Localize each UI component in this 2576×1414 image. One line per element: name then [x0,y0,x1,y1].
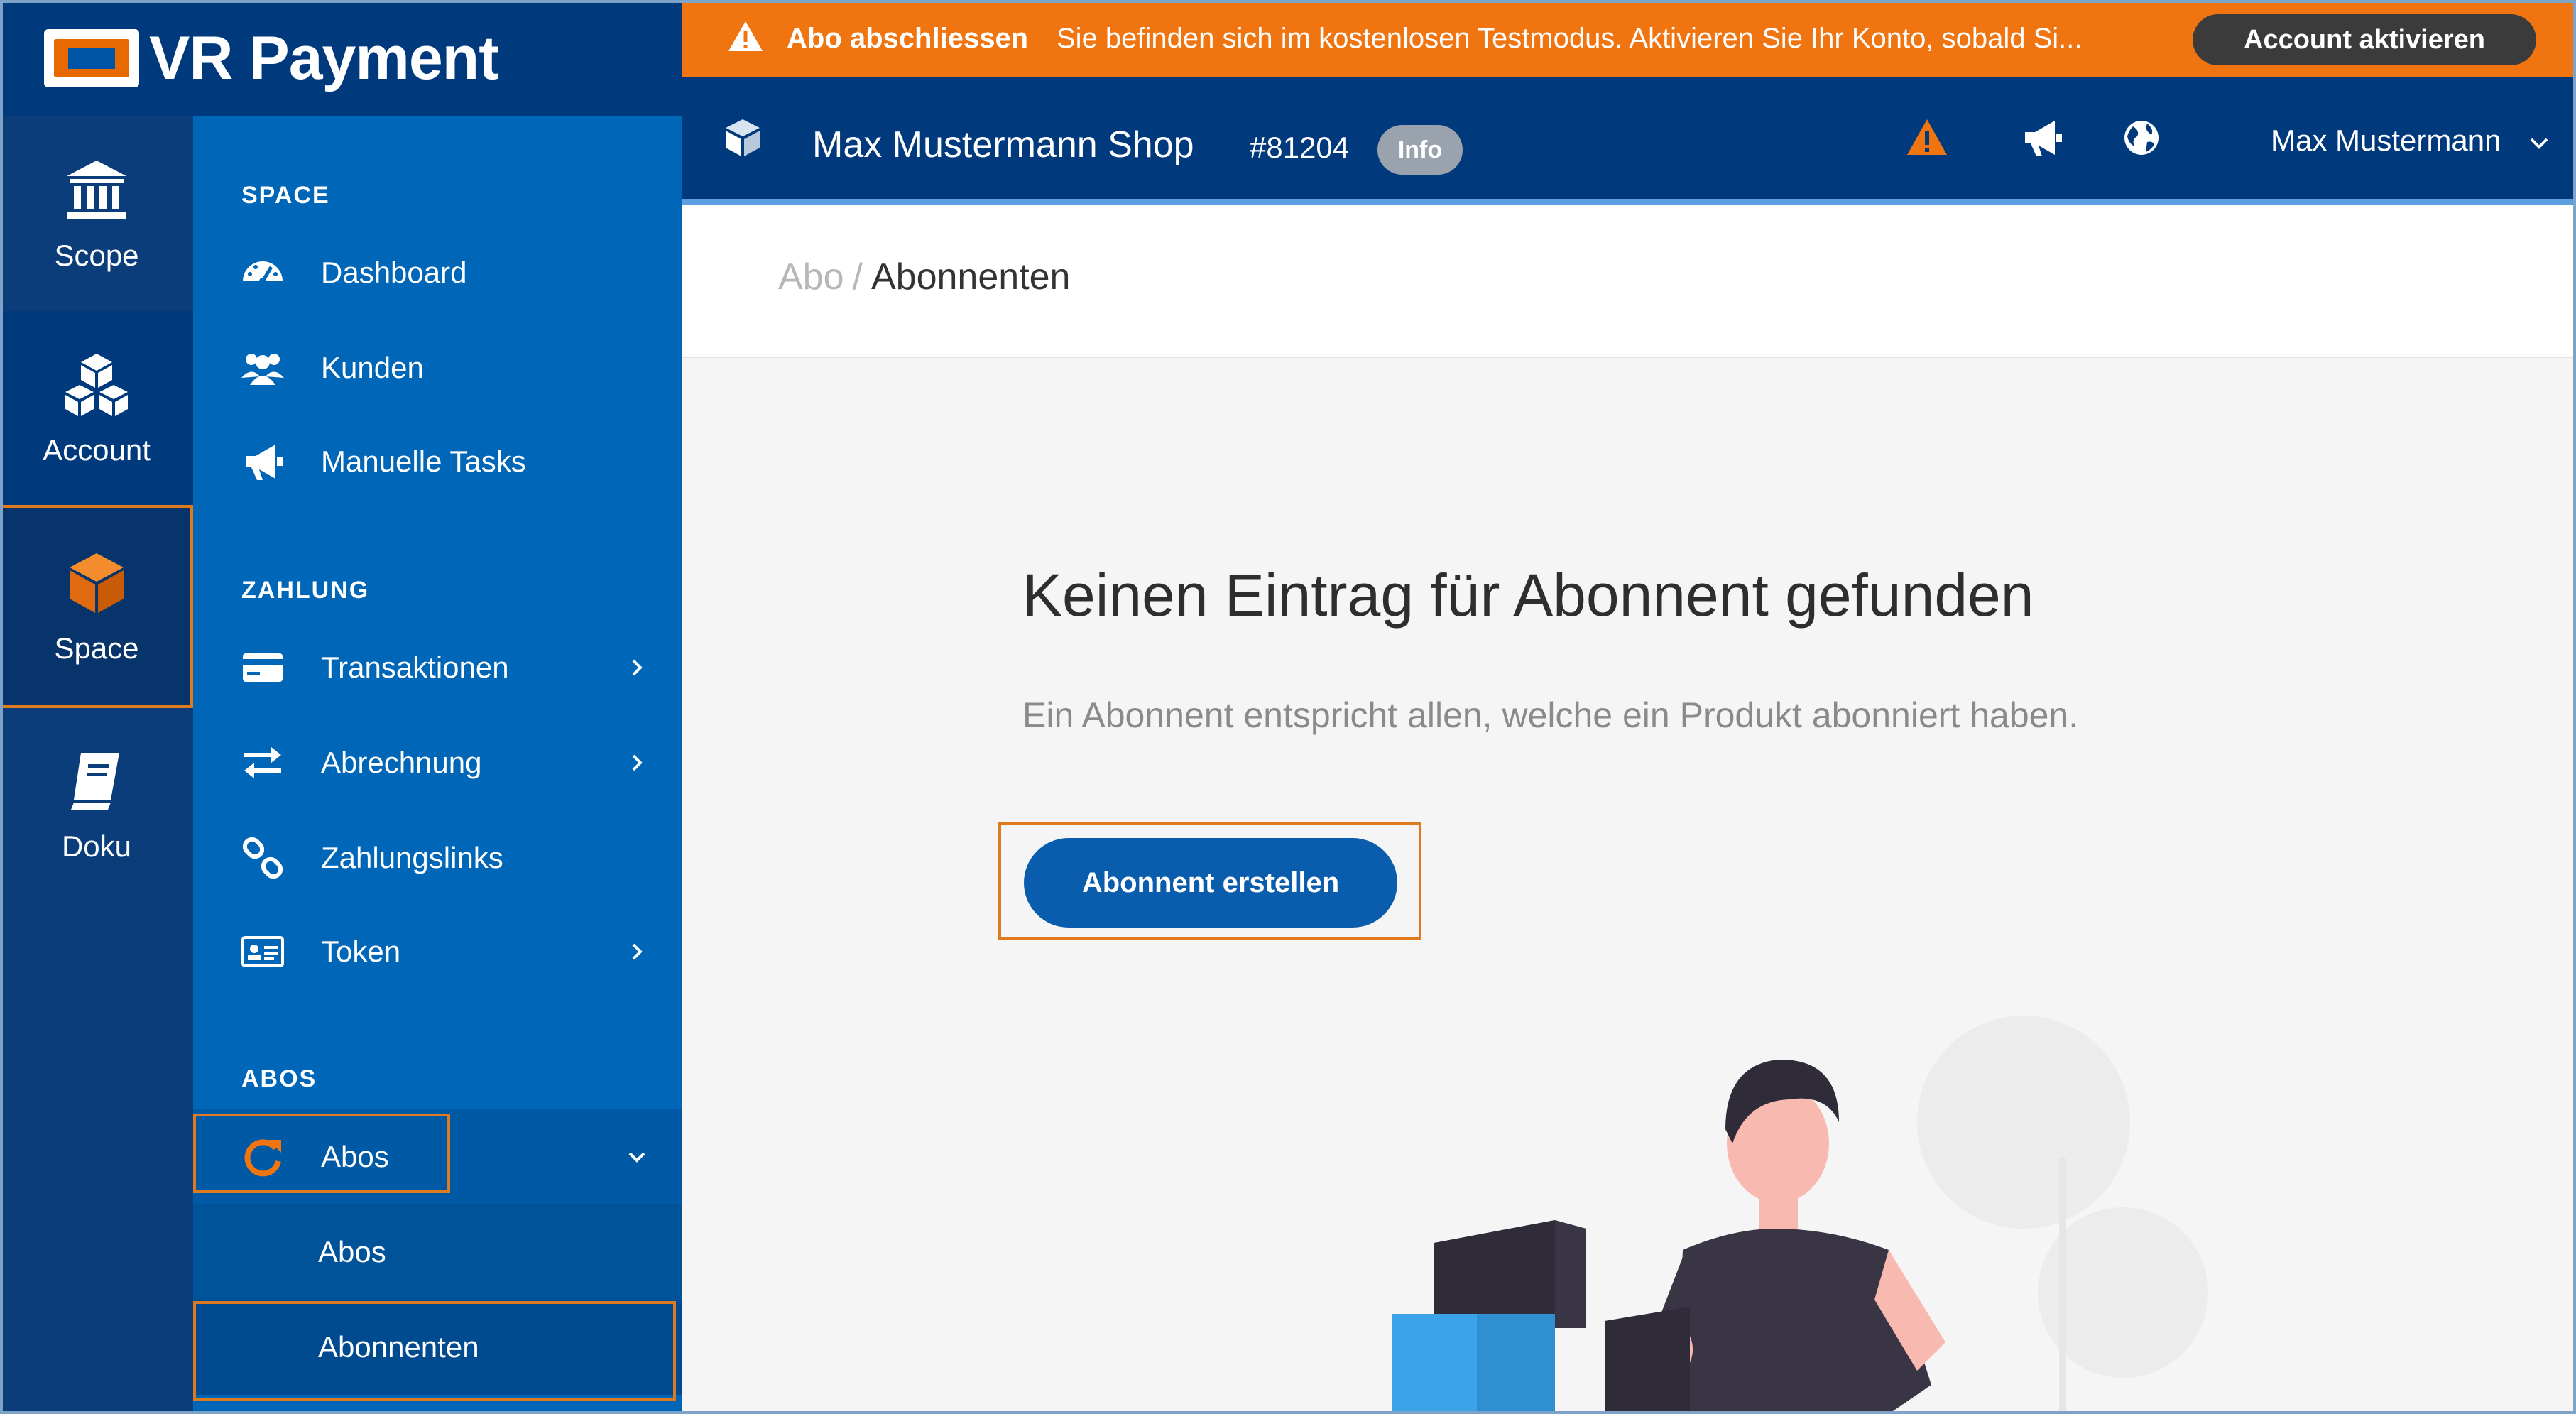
user-menu[interactable]: Max Mustermann [2271,124,2501,158]
megaphone-icon [246,445,283,480]
chevron-right-icon [632,943,643,960]
cube-icon [70,553,124,613]
sidebar-item-label: Dashboard [321,256,467,289]
link-icon [242,837,283,879]
rail-item-space[interactable]: Space [0,505,193,708]
sidebar-item-label: Token [321,935,401,968]
credit-card-icon [243,653,283,682]
brand-name: VR Payment [149,23,499,92]
sidebar-item-abrechnung[interactable]: Abrechnung [193,720,682,805]
sidebar-item-label: Zahlungslinks [321,841,503,874]
create-button-highlight-box: Abonnent erstellen [998,822,1421,940]
create-subscriber-button[interactable]: Abonnent erstellen [1024,838,1397,928]
rail-label: Space [54,631,139,665]
shop-id: #81204 [1250,131,1350,164]
breadcrumb-separator: / [852,256,863,298]
brand-bar: VR Payment [0,0,682,116]
vr-logo-icon [44,29,139,87]
dashboard-icon [243,261,283,285]
book-icon [71,753,119,810]
sidebar-item-label: Manuelle Tasks [321,445,526,478]
rail-item-scope[interactable]: Scope [0,116,193,311]
rail-label: Scope [54,239,139,272]
section-title-zahlung: ZAHLUNG [241,577,370,604]
chevron-down-icon [628,1152,645,1163]
abos-highlight-box [193,1114,450,1193]
abonnenten-highlight-box [193,1301,676,1401]
breadcrumb: Abo / Abonnenten [778,256,1070,298]
sidebar-item-transaktionen[interactable]: Transaktionen [193,625,682,710]
boxes-icon [65,354,128,416]
sidebar: SPACE Dashboard Kunden Manuelle Tasks ZA… [193,116,682,1414]
breadcrumb-bar: Abo / Abonnenten [682,205,2576,358]
globe-icon[interactable] [2119,115,2164,161]
sidebar-item-label: Abrechnung [321,746,482,779]
warning-icon[interactable] [1904,115,1950,161]
sidebar-subitem-abos[interactable]: Abos [193,1204,682,1300]
sidebar-item-dashboard[interactable]: Dashboard [193,230,682,315]
sidebar-item-token[interactable]: Token [193,909,682,994]
breadcrumb-current: Abonnenten [871,256,1071,298]
exchange-icon [244,747,281,778]
sidebar-item-manuelle-tasks[interactable]: Manuelle Tasks [193,419,682,504]
section-title-space: SPACE [241,182,330,209]
rail-item-doku[interactable]: Doku [0,707,193,902]
sidebar-item-zahlungslinks[interactable]: Zahlungslinks [193,815,682,901]
section-title-abos: ABOS [241,1065,317,1092]
rail-item-account[interactable]: Account [0,311,193,506]
chevron-right-icon [632,754,643,771]
rail-label: Doku [61,830,132,863]
empty-state-description: Ein Abonnent entspricht allen, welche ei… [1022,695,2079,735]
rail-label: Account [43,433,151,467]
alert-title: Abo abschliessen [787,22,1029,54]
sidebar-item-kunden[interactable]: Kunden [193,325,682,410]
warning-icon [728,21,763,51]
activate-account-button[interactable]: Account aktivieren [2193,14,2536,65]
info-badge[interactable]: Info [1377,125,1463,175]
sidebar-item-label: Kunden [321,351,424,384]
space-cube-icon [726,119,760,156]
id-card-icon [241,936,284,967]
chevron-down-icon[interactable] [2528,132,2550,155]
sidebar-subitem-label: Abos [318,1235,386,1268]
alert-message: Sie befinden sich im kostenlosen Testmod… [1057,22,2083,54]
bank-icon [67,161,126,219]
users-icon [241,354,284,385]
sidebar-item-label: Transaktionen [321,651,509,684]
breadcrumb-parent[interactable]: Abo [778,256,844,298]
empty-state-illustration [1392,1016,2208,1414]
top-header: Max Mustermann Shop #81204 Info Max Must… [682,77,2576,205]
megaphone-icon[interactable] [2019,115,2065,161]
trial-alert-bar: Abo abschliessen Sie befinden sich im ko… [682,0,2576,77]
empty-state-title: Keinen Eintrag für Abonnent gefunden [1022,562,2034,629]
chevron-right-icon [632,659,643,676]
shop-name[interactable]: Max Mustermann Shop [812,124,1194,166]
